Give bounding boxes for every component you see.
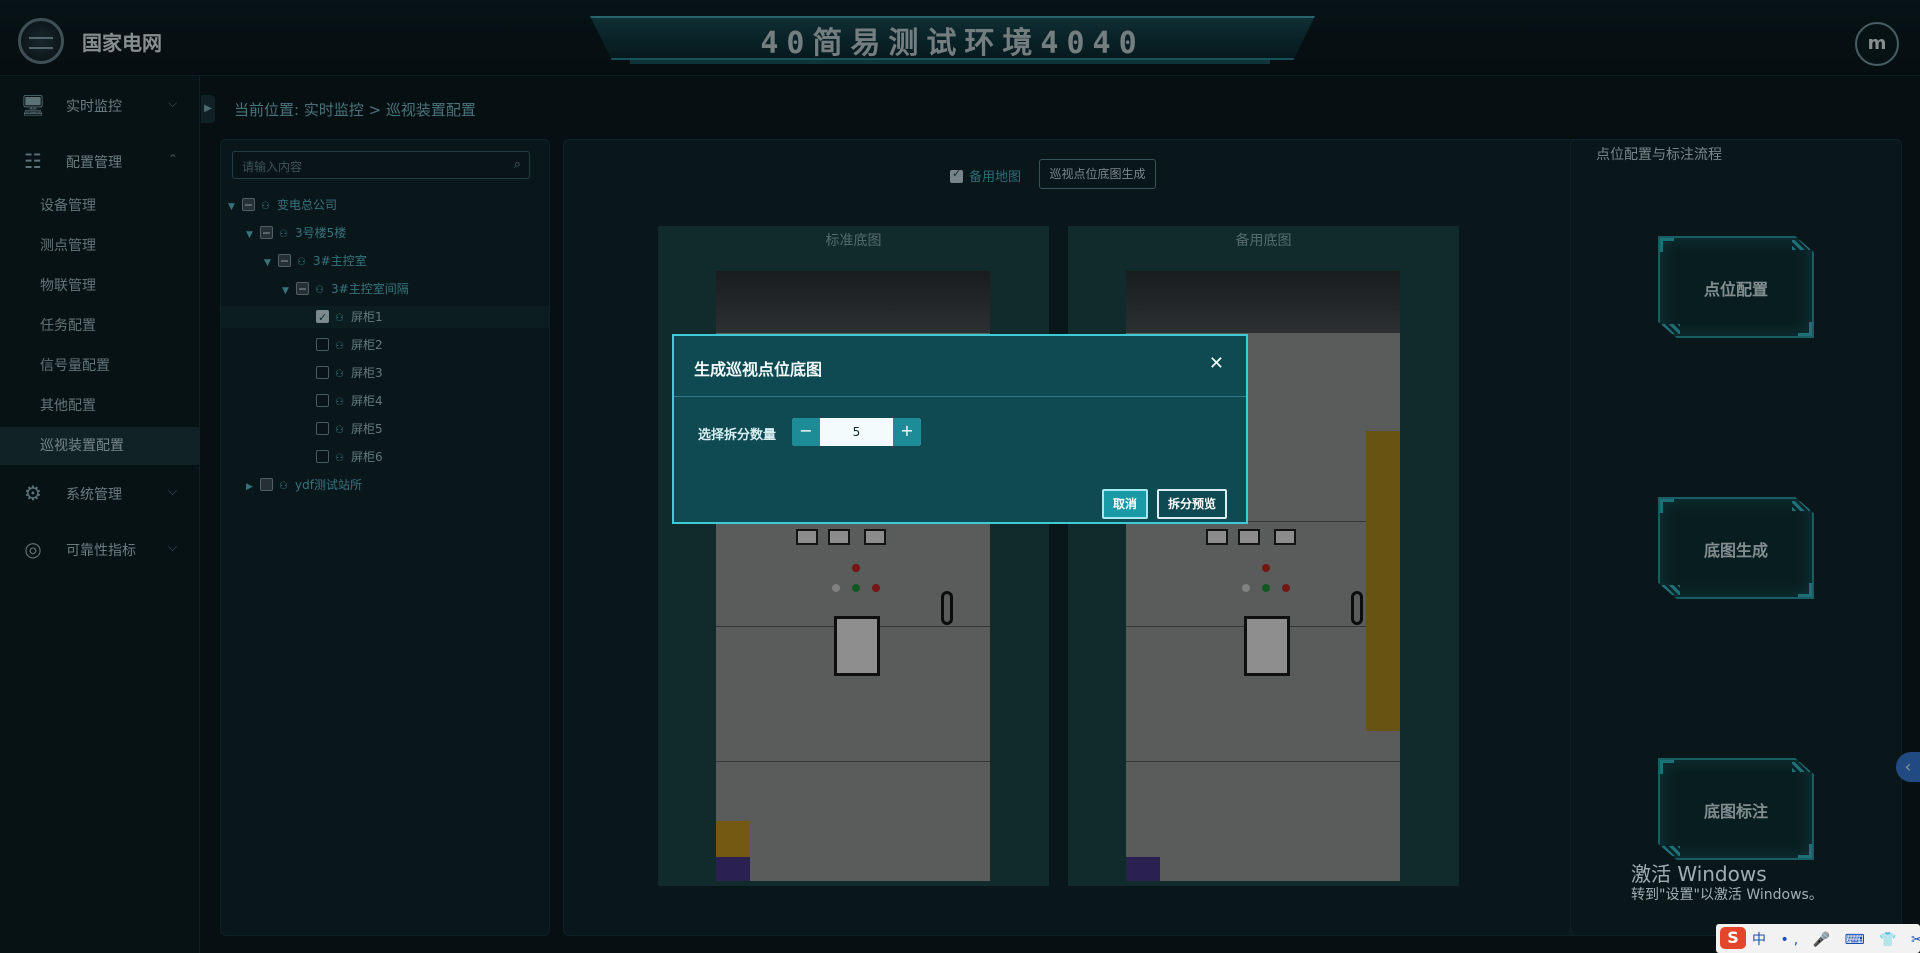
- ime-items[interactable]: 中 •, 🎤 ⌨ 👕 ✂: [1752, 929, 1920, 949]
- sogou-logo[interactable]: S: [1720, 927, 1746, 949]
- split-preview-button[interactable]: 拆分预览: [1157, 489, 1227, 519]
- close-icon[interactable]: ✕: [1209, 353, 1224, 374]
- split-count-stepper[interactable]: − 5 +: [792, 418, 921, 446]
- decrement-button[interactable]: −: [792, 418, 820, 446]
- increment-button[interactable]: +: [893, 418, 921, 446]
- dialog-divider: [674, 396, 1246, 397]
- ime-toolbar[interactable]: S 中 •, 🎤 ⌨ 👕 ✂: [1716, 924, 1920, 953]
- split-dialog: 生成巡视点位底图 ✕ 选择拆分数量 − 5 + 取消 拆分预览: [672, 334, 1248, 524]
- cancel-button[interactable]: 取消: [1102, 489, 1148, 519]
- split-count-value[interactable]: 5: [820, 418, 893, 446]
- activation-watermark-hint: 转到"设置"以激活 Windows。: [1631, 887, 1823, 903]
- split-count-label: 选择拆分数量: [698, 428, 777, 443]
- dialog-title: 生成巡视点位底图: [694, 360, 823, 379]
- activation-watermark-title: 激活 Windows: [1631, 862, 1767, 886]
